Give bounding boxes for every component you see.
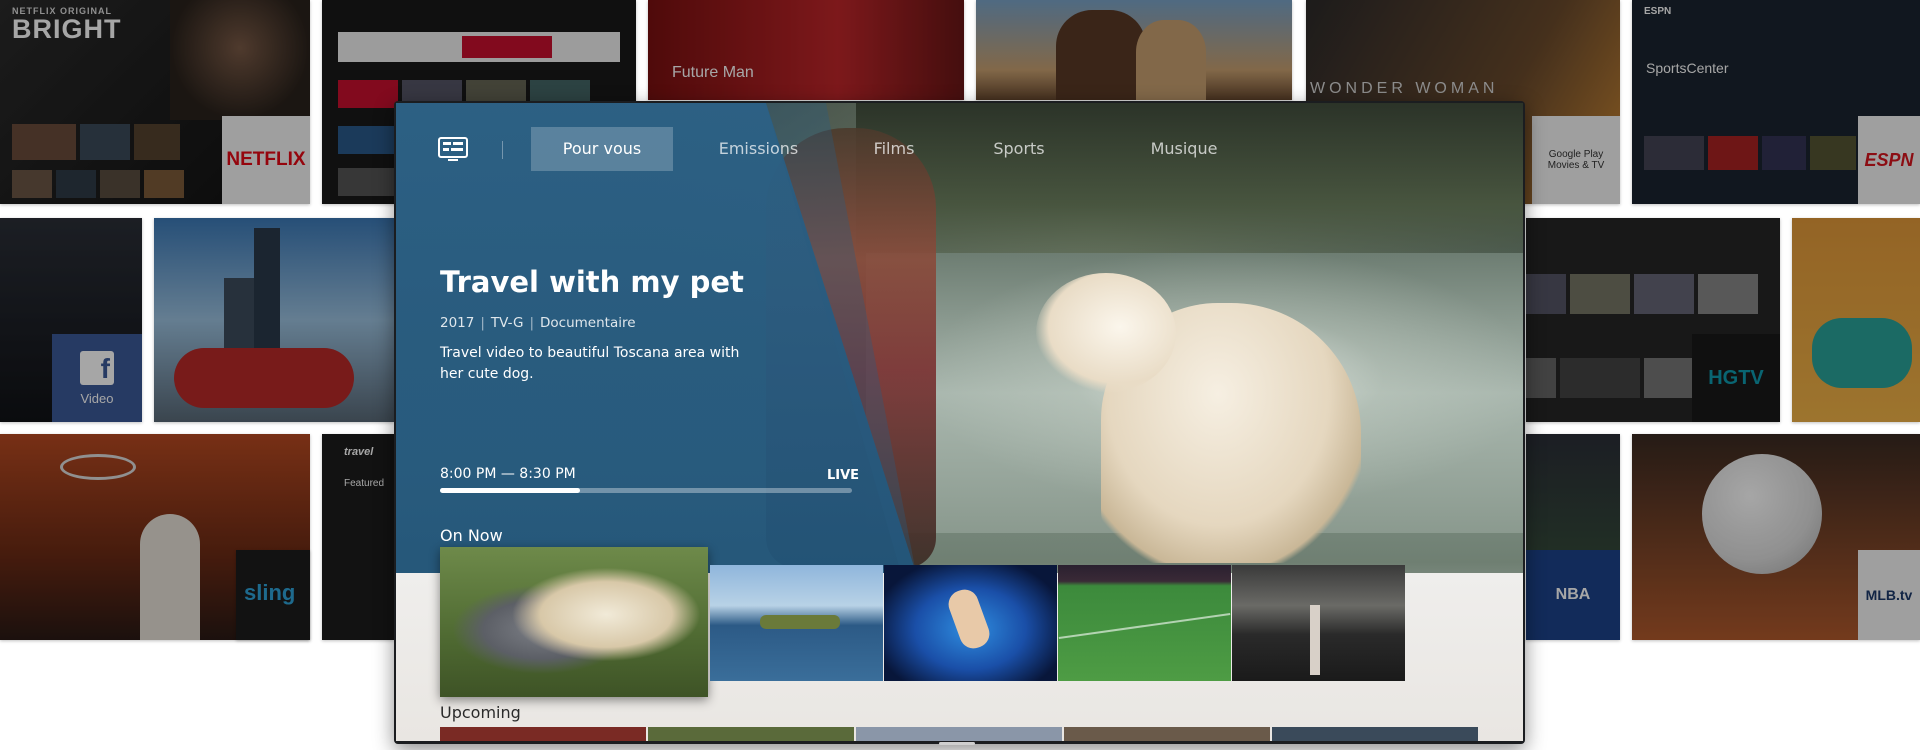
tv-frame: Pour vous Emissions Films Sports Musique… <box>394 101 1525 745</box>
tile-sportscenter[interactable]: ESPN SportsCenter ESPN <box>1632 0 1920 204</box>
tab-musique[interactable]: Musique <box>1094 127 1274 171</box>
meta-divider: | <box>529 315 535 331</box>
tile-baseball[interactable]: MLB.tv <box>1632 434 1920 640</box>
tv-screen: Pour vous Emissions Films Sports Musique… <box>396 103 1523 741</box>
program-year: 2017 <box>440 315 475 331</box>
tv-brand-logo <box>939 742 975 745</box>
tab-pour-vous[interactable]: Pour vous <box>531 127 673 171</box>
tile-netflix-bright[interactable]: NETFLIX ORIGINAL BRIGHT NETFLIX <box>0 0 310 204</box>
on-now-heading: On Now <box>440 526 503 545</box>
tile-sling-travel[interactable]: travel Featured <box>322 434 394 640</box>
program-title: Travel with my pet <box>440 265 744 299</box>
upcoming-heading: Upcoming <box>440 703 521 722</box>
upcoming-row <box>440 727 1478 741</box>
tile-facebook[interactable]: f Video <box>0 218 142 422</box>
category-tabs: Pour vous Emissions Films Sports Musique <box>531 127 1274 171</box>
tile-cowboy-movie[interactable] <box>976 0 1292 100</box>
tile-soccer[interactable]: NBA <box>1526 434 1620 640</box>
thumbnail-travel-with-pet[interactable] <box>440 547 708 697</box>
program-time: 8:00 PM — 8:30 PM <box>440 466 576 482</box>
thumbnail-floating-islands[interactable] <box>710 565 883 681</box>
tab-emissions[interactable]: Emissions <box>673 127 844 171</box>
program-progress <box>440 488 852 493</box>
tile-hgtv[interactable]: HGTV <box>1526 218 1780 422</box>
upcoming-thumbnail[interactable] <box>1064 727 1270 741</box>
live-badge: LIVE <box>827 468 860 483</box>
guide-icon[interactable] <box>438 137 468 163</box>
thumbnail-fashion-show[interactable] <box>1232 565 1405 681</box>
program-meta: 2017 | TV-G | Documentaire <box>440 315 636 331</box>
tab-sports[interactable]: Sports <box>944 127 1094 171</box>
upcoming-thumbnail[interactable] <box>856 727 1062 741</box>
meta-divider: | <box>480 315 485 331</box>
program-description: Travel video to beautiful Toscana area w… <box>440 345 740 382</box>
thumbnail-dancer-blue-smoke[interactable] <box>884 565 1057 681</box>
tab-films[interactable]: Films <box>844 127 944 171</box>
upcoming-thumbnail[interactable] <box>648 727 854 741</box>
tile-orange-dancer[interactable] <box>1792 218 1920 422</box>
tile-future-man[interactable]: Future Man <box>648 0 964 100</box>
upcoming-thumbnail[interactable] <box>440 727 646 741</box>
top-nav: Pour vous Emissions Films Sports Musique <box>396 127 1523 171</box>
program-progress-fill <box>440 488 581 493</box>
program-genre: Documentaire <box>540 315 636 331</box>
nav-separator <box>502 141 503 159</box>
tile-sling[interactable]: sling <box>236 550 310 640</box>
upcoming-thumbnail[interactable] <box>1272 727 1478 741</box>
hero-dog-head <box>1036 273 1176 393</box>
thumbnail-soccer-match[interactable] <box>1058 565 1231 681</box>
tile-spiderman-city[interactable] <box>154 218 394 422</box>
program-rating: TV-G <box>490 315 524 331</box>
